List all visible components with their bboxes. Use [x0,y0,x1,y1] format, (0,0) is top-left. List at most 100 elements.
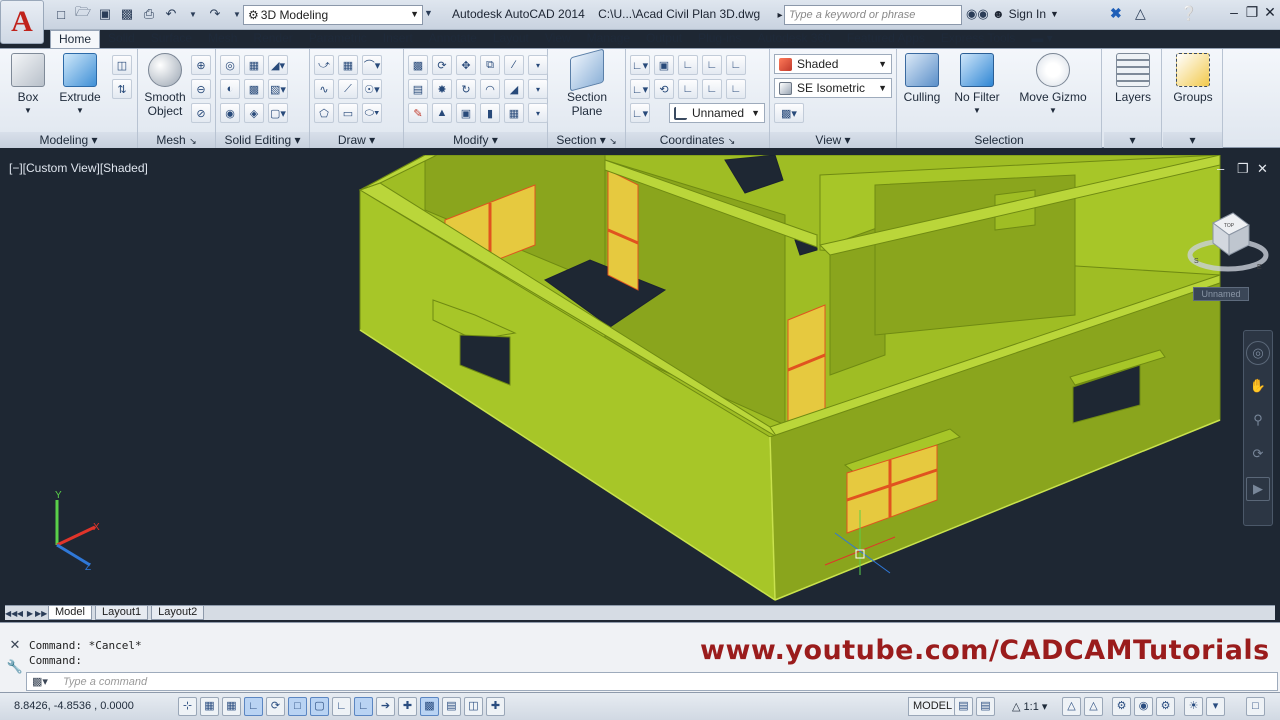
undo-icon[interactable]: ↶ [162,5,180,23]
ucs-world-icon[interactable]: ▣ [654,55,674,75]
fillet-edge-icon[interactable]: ◢▾ [268,55,288,75]
line-icon[interactable]: ⟋ [338,79,358,99]
copy-icon[interactable]: ⧉ [480,55,500,75]
ucs-name-dropdown[interactable]: Unnamed ▼ [669,103,765,123]
tab-layout[interactable]: Layout [485,30,537,48]
ucs-z-icon[interactable]: ∟ [726,79,746,99]
extrude-faces-icon[interactable]: ▩ [244,79,264,99]
ucs-z-axis-icon[interactable]: ∟ [702,79,722,99]
panel-title-modify[interactable]: Modify ▾ [404,132,547,148]
move-icon[interactable]: ✥ [456,55,476,75]
quick-view-layouts-icon[interactable]: ▤ [954,697,973,716]
ucs-icon[interactable]: ∟▾ [630,55,650,75]
chamfer-icon[interactable]: ◢ [504,79,524,99]
panel-title-mesh[interactable]: Mesh ↘ [138,132,215,148]
ellipse-icon[interactable]: ⬭▾ [362,103,382,123]
modify-dropdown-2-icon[interactable]: ▾ [528,79,548,99]
ucs-x-icon[interactable]: ∟ [702,55,722,75]
tab-manage[interactable]: Manage [579,30,638,48]
tab-home[interactable]: Home [50,30,101,48]
viewcube[interactable]: TOP S E [1185,203,1271,283]
ucs-3point-icon[interactable]: ∟▾ [630,79,650,99]
drawing-viewport[interactable]: X Y Z [−][Custom View][Shaded] – ❐ ✕ TOP S… [5,155,1275,605]
modify-dropdown-icon[interactable]: ▾ [528,55,548,75]
rotate-3d-icon[interactable]: ⟳ [432,55,452,75]
panel-title-modeling[interactable]: Modeling ▾ [0,132,137,148]
save-as-icon[interactable]: ▩ [118,5,136,23]
exchange-apps-icon[interactable]: ✖ [1110,5,1122,22]
first-tab-icon[interactable]: ◀◀ [5,609,17,618]
extrude-button[interactable]: Extrude ▼ [58,53,102,118]
scale-icon[interactable]: ▦ [504,103,524,123]
tab-insert[interactable]: Insert [375,30,421,48]
polar-tracking-icon[interactable]: ⟳ [266,697,285,716]
tab-model[interactable]: Model [48,606,92,620]
wrench-icon[interactable]: 🔧 [5,659,25,675]
tab-surface[interactable]: Surface [143,30,200,48]
panel-title-section[interactable]: Section ▾ ↘ [548,132,625,148]
tab-view[interactable]: View [537,30,579,48]
next-tab-icon[interactable]: ▶ [25,609,35,618]
3d-object-snap-icon[interactable]: ▢ [310,697,329,716]
panel-title-view[interactable]: View ▾ [770,132,896,148]
dynamic-ucs-icon[interactable]: ∟ [354,697,373,716]
subtract-icon[interactable]: ◐ [220,79,240,99]
annotation-scale[interactable]: △ 1:1 ▾ [1012,700,1047,713]
ucs-previous-icon[interactable]: ⟲ [654,79,674,99]
sign-in-button[interactable]: ☻ Sign In ▼ [992,7,1059,21]
polysolid-icon[interactable]: ◫ [112,55,132,75]
explode-icon[interactable]: ✸ [432,79,452,99]
refine-mesh-icon[interactable]: ⊘ [191,103,211,123]
cursor-coordinates[interactable]: 8.8426, -4.8536 , 0.0000 [14,700,134,712]
array-icon[interactable]: ▩ [408,55,428,75]
tab-parametric[interactable]: Parametric [301,30,375,48]
viewport-controls-label[interactable]: [−][Custom View][Shaded] [9,161,148,175]
stretch-icon[interactable]: ▮ [480,103,500,123]
lock-ui-icon[interactable]: ◉ [1134,697,1153,716]
tab-layout1[interactable]: Layout1 [94,606,149,620]
circle-icon[interactable]: ☉▾ [362,79,382,99]
workspace-switching-icon[interactable]: ⚙ [1112,697,1131,716]
trim-icon[interactable]: ∕ [504,55,524,75]
command-prompt-icon[interactable]: ▩▾ [32,675,48,688]
help-icon[interactable]: ❔ [1180,5,1197,22]
clean-screen-icon[interactable]: □ [1246,697,1265,716]
rotate-icon[interactable]: ↻ [456,79,476,99]
workspace-switcher[interactable]: ⚙ 3D Modeling ▼ [243,5,423,25]
application-menu-button[interactable]: A [0,0,44,44]
ucs-view-icon[interactable]: ∟ [726,55,746,75]
culling-button[interactable]: Culling [899,53,945,104]
slice-icon[interactable]: ◈ [244,103,264,123]
panel-title-draw[interactable]: Draw ▾ [310,132,403,148]
modify-dropdown-3-icon[interactable]: ▾ [528,103,548,123]
pencil-icon[interactable]: ✎ [408,103,428,123]
offset-icon[interactable]: ▣ [456,103,476,123]
lineweight-icon[interactable]: ✚ [398,697,417,716]
close-icon[interactable]: ✕ [5,637,25,653]
intersect-icon[interactable]: ◉ [220,103,240,123]
ucs-named-icon[interactable]: ∟▾ [630,103,650,123]
model-space-button[interactable]: MODEL [908,697,958,716]
close-button[interactable]: ✕ [1258,4,1280,24]
last-tab-icon[interactable]: ▶▶ [35,609,47,618]
mirror-3d-icon[interactable]: ▲ [432,103,452,123]
panel-title-coordinates[interactable]: Coordinates ↘ [626,132,769,148]
save-icon[interactable]: ▣ [96,5,114,23]
stay-connected-icon[interactable]: △ [1135,5,1146,22]
presspull-icon[interactable]: ⇅ [112,79,132,99]
ucs-origin-icon[interactable]: ∟ [678,55,698,75]
tab-express-tools[interactable]: Express Tools [933,30,1023,48]
panel-title-solid-editing[interactable]: Solid Editing ▾ [216,132,309,148]
object-snap-tracking-icon[interactable]: ∟ [332,697,351,716]
ucs-menu-label[interactable]: Unnamed [1193,287,1249,301]
showmotion-icon[interactable]: ▶ [1246,477,1270,501]
tab-featured-apps[interactable]: Featured Apps [839,30,933,48]
smooth-object-button[interactable]: Smooth Object [140,53,190,118]
arc-icon[interactable]: ⌒▾ [362,55,382,75]
groups-expand[interactable]: ▾ [1163,132,1222,148]
ribbon-minimize-toggle[interactable]: ▬ ▾ [1023,30,1060,48]
selection-cycling-icon[interactable]: ◫ [464,697,483,716]
ortho-mode-icon[interactable]: ∟ [244,697,263,716]
align-icon[interactable]: ▤ [408,79,428,99]
hardware-acceleration-icon[interactable]: ⚙ [1156,697,1175,716]
